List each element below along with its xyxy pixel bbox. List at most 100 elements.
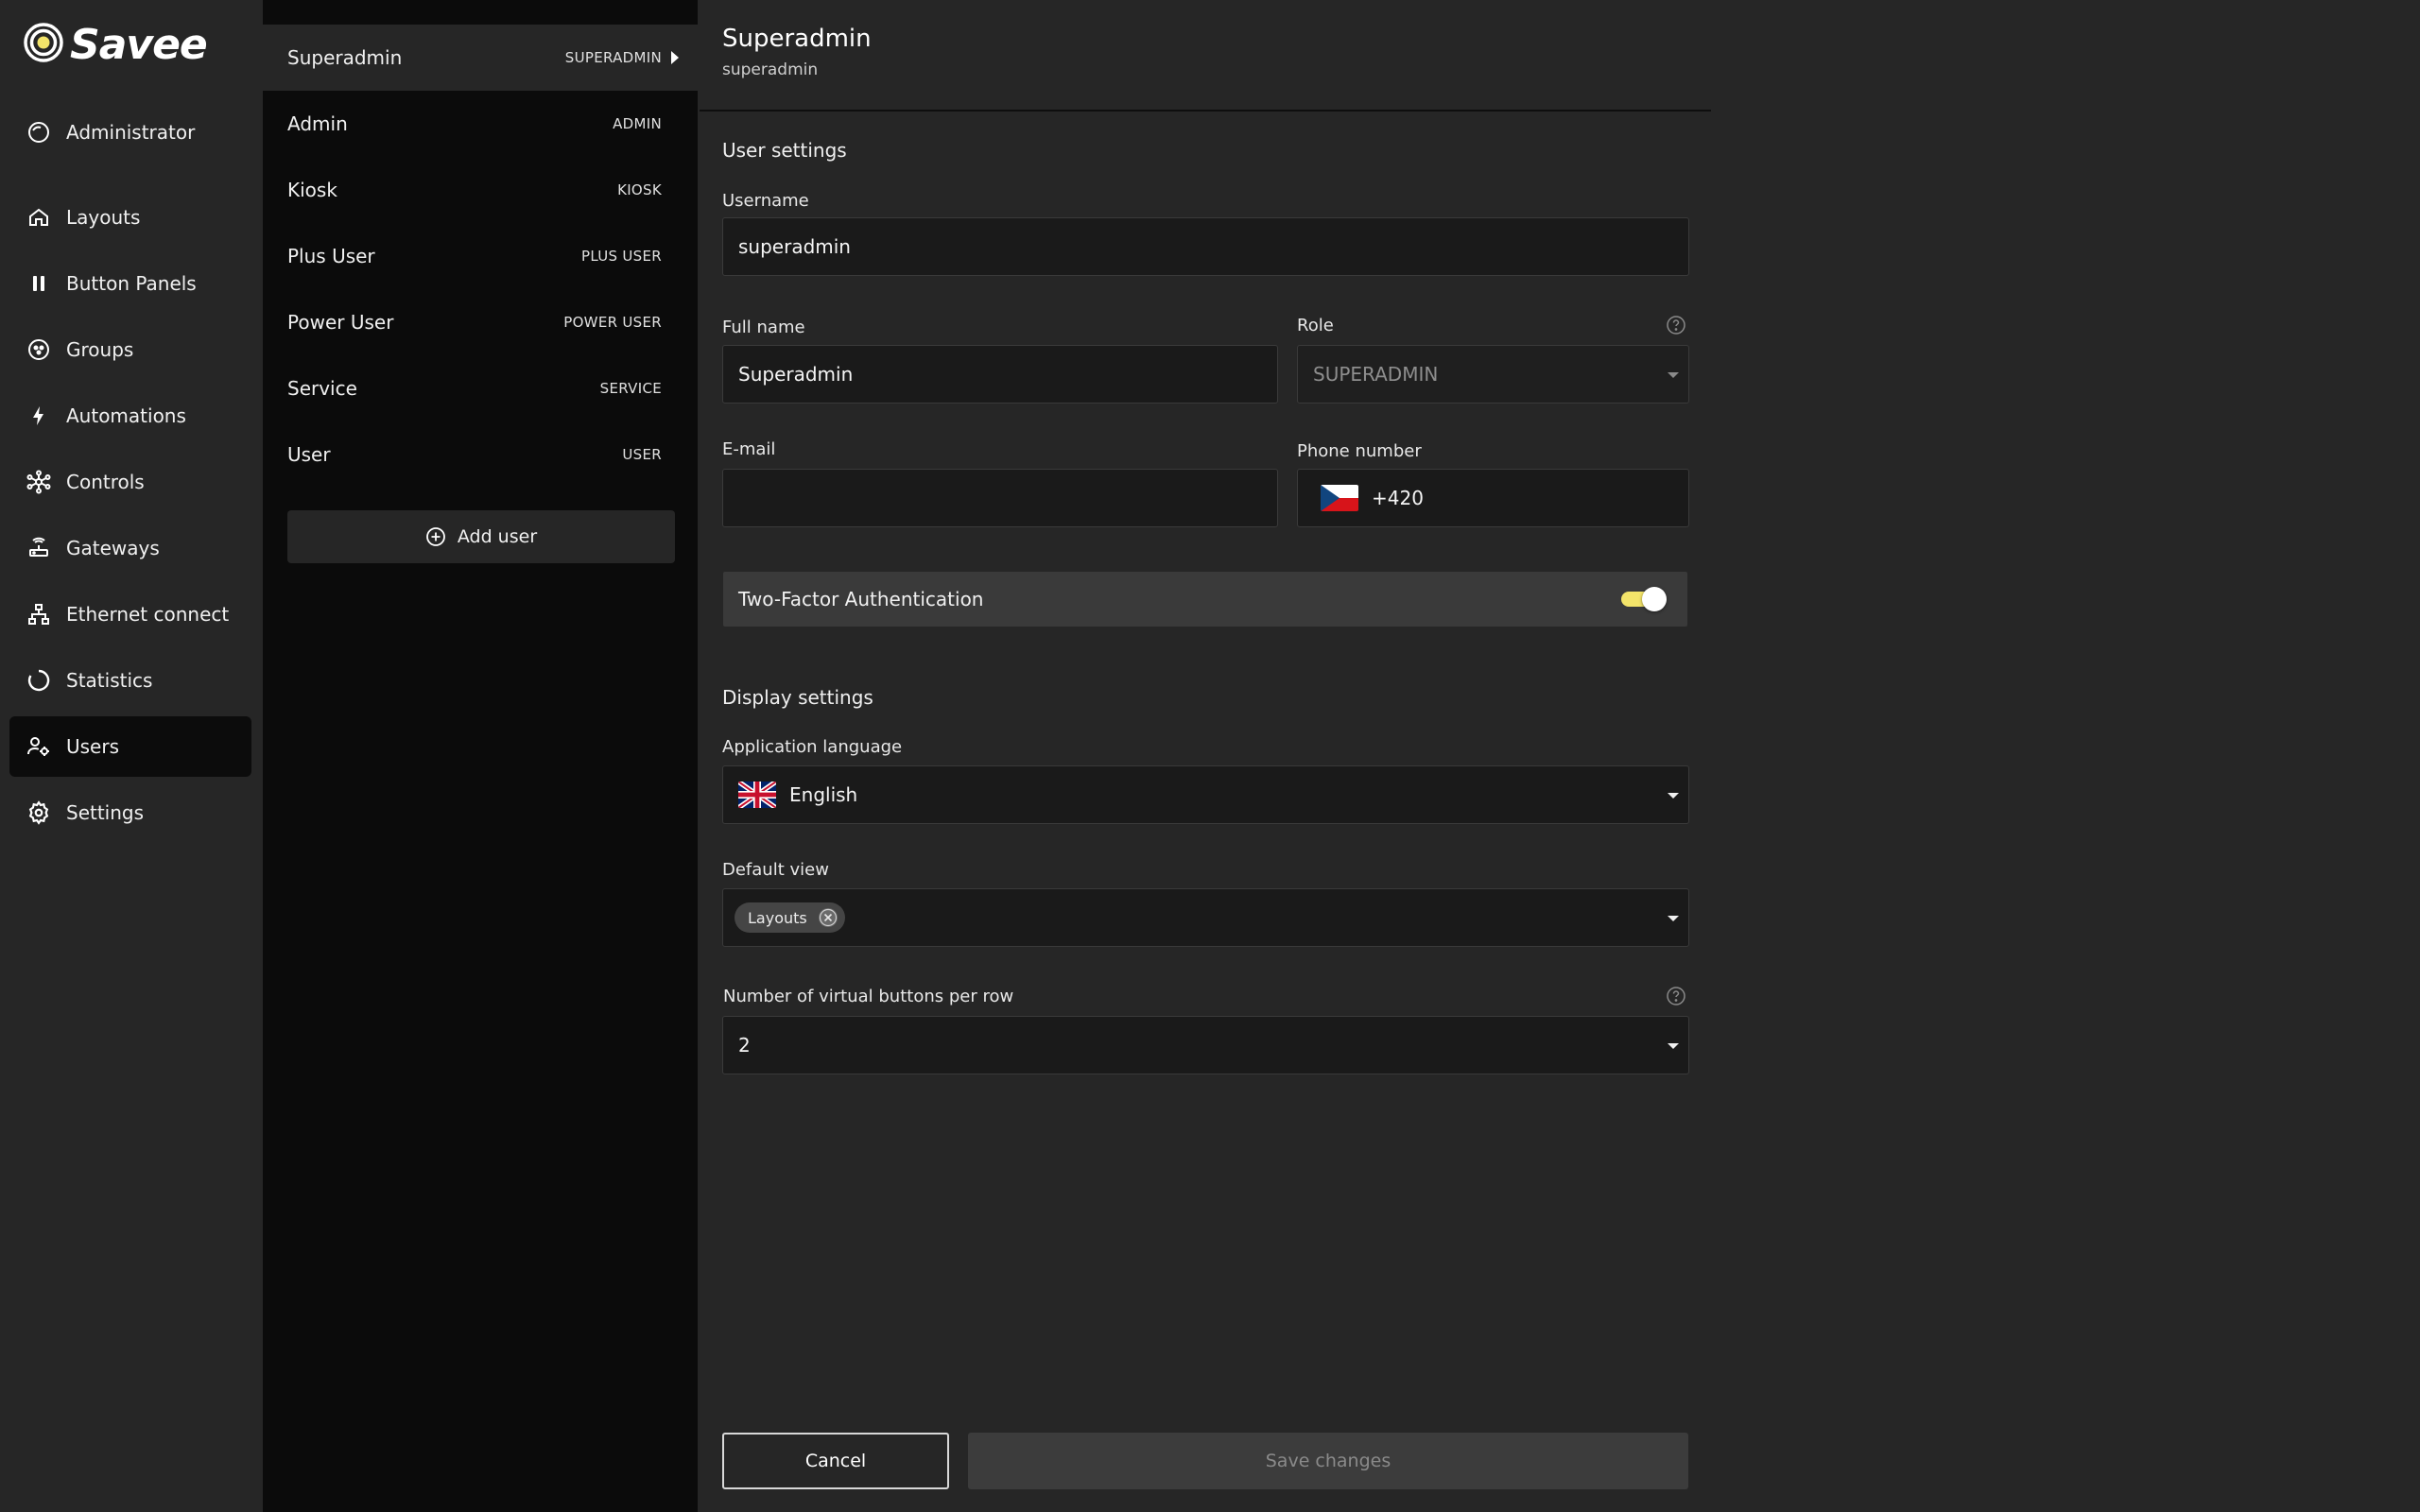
default-view-select[interactable]: Layouts [722, 888, 1689, 947]
buttons-per-row-value: 2 [738, 1034, 751, 1057]
phone-value: +420 [1372, 487, 1424, 509]
nav-item-administrator[interactable]: Administrator [9, 102, 251, 163]
username-value: superadmin [738, 235, 851, 258]
phone-label: Phone number [1297, 441, 1422, 461]
fullname-value: Superadmin [738, 363, 854, 386]
nav-item-button-panels[interactable]: Button Panels [9, 253, 251, 314]
administrator-face-icon [25, 118, 53, 146]
nav-label: Gateways [66, 537, 160, 559]
nav-label: Layouts [66, 206, 141, 229]
nav-label: Automations [66, 404, 186, 427]
caret-right-icon [671, 51, 679, 64]
nodes-icon [25, 468, 53, 496]
chevron-down-icon [1668, 372, 1679, 378]
phone-field[interactable]: +420 [1297, 469, 1689, 527]
user-name: User [287, 443, 331, 466]
toggle-knob [1642, 587, 1667, 611]
email-field[interactable] [722, 469, 1278, 527]
network-icon [25, 600, 53, 628]
groups-circle-icon [25, 335, 53, 364]
cancel-label: Cancel [804, 1451, 867, 1471]
app: Savee Administrator Layouts Button Panel… [0, 0, 2420, 1512]
savee-logo-icon [23, 22, 64, 67]
role-select[interactable]: SUPERADMIN [1297, 345, 1689, 404]
users-gear-icon [25, 732, 53, 761]
plus-circle-icon [425, 526, 446, 547]
user-settings-heading: User settings [722, 139, 847, 162]
czech-flag-icon[interactable] [1321, 485, 1358, 511]
help-icon[interactable] [1666, 315, 1686, 335]
page-subtitle: superadmin [722, 60, 819, 79]
user-row-user[interactable]: User USER [263, 421, 698, 488]
user-detail: Superadmin superadmin User settings User… [700, 0, 1711, 1512]
user-row-power-user[interactable]: Power User POWER USER [263, 289, 698, 355]
home-icon [25, 203, 53, 232]
username-field[interactable]: superadmin [722, 217, 1689, 276]
user-row-service[interactable]: Service SERVICE [263, 355, 698, 421]
chevron-down-icon [1668, 793, 1679, 799]
nav-label: Users [66, 735, 120, 758]
detail-header: Superadmin superadmin [722, 25, 872, 79]
user-row-superadmin[interactable]: Superadmin SUPERADMIN [263, 25, 698, 91]
nav-item-ethernet-connect[interactable]: Ethernet connect [9, 584, 251, 644]
default-view-chip: Layouts [735, 902, 845, 933]
router-icon [25, 534, 53, 562]
nav-item-users[interactable]: Users [9, 716, 251, 777]
help-icon[interactable] [1666, 986, 1686, 1006]
nav-label: Administrator [66, 121, 196, 144]
lightning-icon [25, 402, 53, 430]
nav-label: Settings [66, 801, 145, 824]
buttons-per-row-select[interactable]: 2 [722, 1016, 1689, 1074]
chip-label: Layouts [748, 908, 807, 927]
nav-item-settings[interactable]: Settings [9, 782, 251, 843]
user-name: Plus User [287, 245, 375, 267]
nav-item-layouts[interactable]: Layouts [9, 187, 251, 248]
user-name: Superadmin [287, 46, 403, 69]
role-value: SUPERADMIN [1313, 363, 1439, 386]
remove-chip-icon[interactable] [817, 906, 839, 929]
user-row-kiosk[interactable]: Kiosk KIOSK [263, 157, 698, 223]
user-row-admin[interactable]: Admin ADMIN [263, 91, 698, 157]
save-changes-button[interactable]: Save changes [968, 1433, 1688, 1489]
language-value: English [789, 783, 858, 806]
user-role-badge: SERVICE [599, 380, 662, 397]
pause-bars-icon [25, 269, 53, 298]
user-role-badge: KIOSK [617, 181, 662, 198]
chevron-down-icon [1668, 1043, 1679, 1049]
user-name: Power User [287, 311, 394, 334]
nav-label: Button Panels [66, 272, 197, 295]
brand-name: Savee [70, 20, 208, 69]
add-user-button[interactable]: Add user [287, 510, 675, 563]
two-factor-toggle[interactable] [1621, 586, 1667, 611]
user-name: Kiosk [287, 179, 337, 201]
username-label: Username [722, 191, 809, 211]
two-factor-row: Two-Factor Authentication [723, 572, 1687, 627]
user-role-badge: PLUS USER [580, 248, 662, 265]
user-row-plus-user[interactable]: Plus User PLUS USER [263, 223, 698, 289]
nav-item-groups[interactable]: Groups [9, 319, 251, 380]
nav-item-gateways[interactable]: Gateways [9, 518, 251, 578]
chevron-down-icon [1668, 916, 1679, 921]
fullname-field[interactable]: Superadmin [722, 345, 1278, 404]
role-label: Role [1297, 316, 1334, 335]
language-select[interactable]: English [722, 765, 1689, 824]
display-settings-heading: Display settings [722, 686, 873, 709]
nav-label: Groups [66, 338, 134, 361]
uk-flag-icon [738, 782, 776, 808]
header-divider [700, 110, 1711, 112]
language-label: Application language [722, 737, 903, 757]
cancel-button[interactable]: Cancel [722, 1433, 949, 1489]
user-role-badge: POWER USER [563, 314, 662, 331]
user-list: Superadmin SUPERADMIN Admin ADMIN Kiosk … [263, 0, 698, 1512]
nav-item-controls[interactable]: Controls [9, 452, 251, 512]
fullname-label: Full name [722, 318, 805, 337]
brand-logo[interactable]: Savee [23, 20, 208, 69]
save-label: Save changes [1265, 1451, 1392, 1471]
sidebar: Savee Administrator Layouts Button Panel… [0, 0, 261, 1512]
two-factor-label: Two-Factor Authentication [738, 588, 984, 610]
nav-label: Statistics [66, 669, 153, 692]
nav-item-statistics[interactable]: Statistics [9, 650, 251, 711]
nav-item-automations[interactable]: Automations [9, 386, 251, 446]
buttons-per-row-label: Number of virtual buttons per row [723, 987, 1014, 1006]
add-user-label: Add user [457, 526, 538, 547]
